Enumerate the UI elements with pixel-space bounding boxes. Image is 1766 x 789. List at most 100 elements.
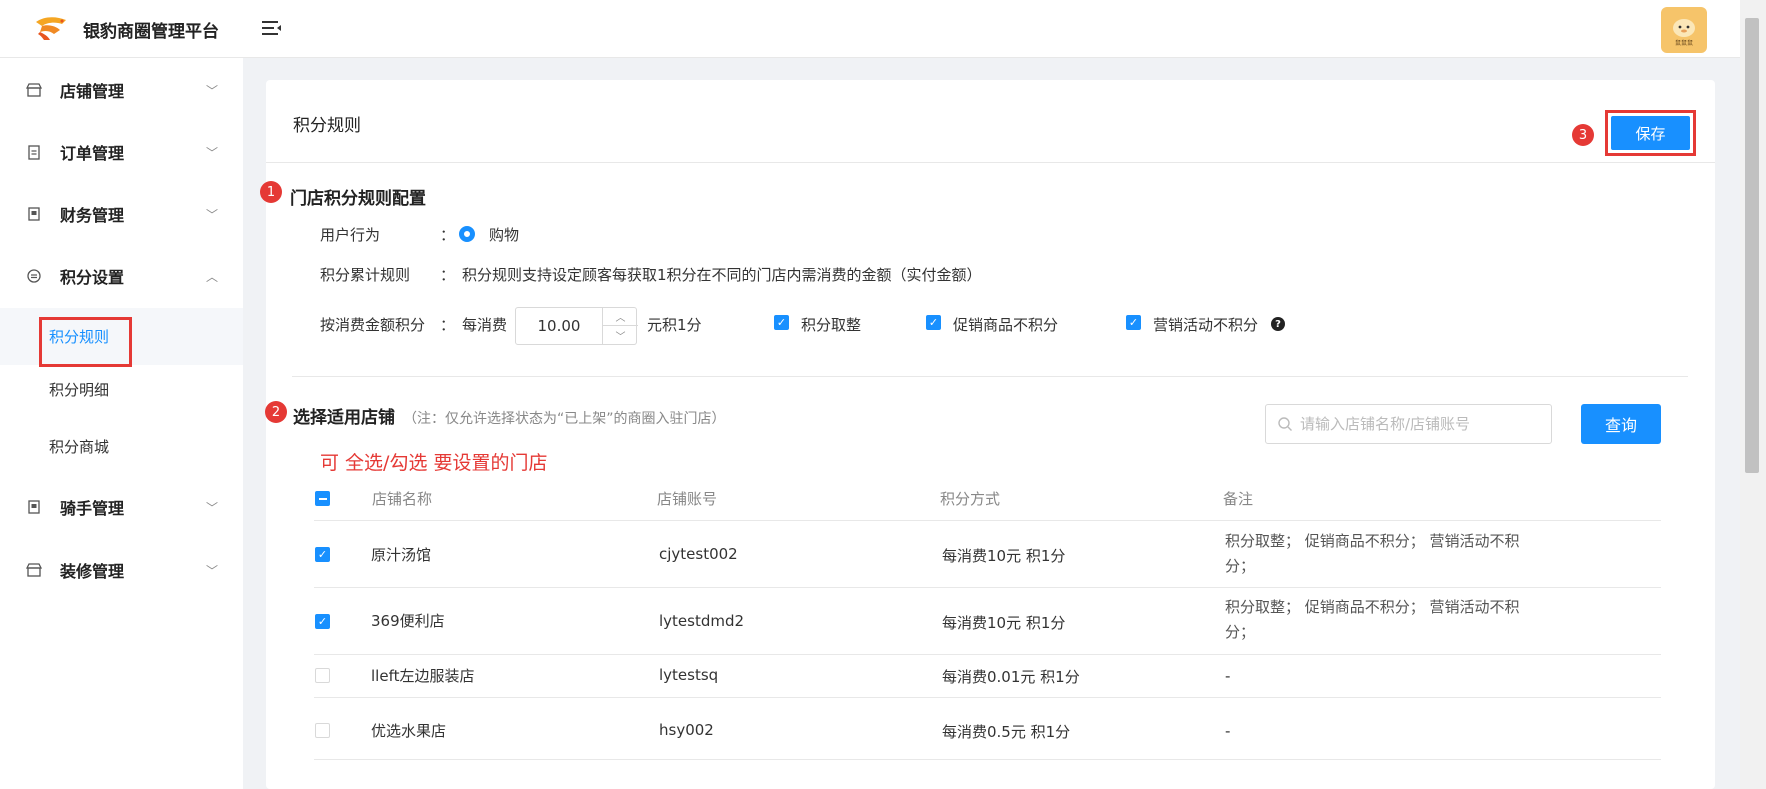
sidebar: 店铺管理 ﹀ 订单管理 ﹀ 财务管理 ﹀ 积分设置 ︿ 积分规则 积分明细 积分… — [0, 58, 243, 789]
vertical-scrollbar[interactable] — [1740, 0, 1766, 789]
column-header-store-name: 店铺名称 — [372, 490, 433, 508]
store-account: hsy002 — [659, 721, 714, 739]
store-name: lleft左边服装店 — [371, 667, 475, 685]
step-badge-1: 1 — [260, 181, 282, 203]
amount-input[interactable] — [517, 309, 601, 343]
round-points-checkbox[interactable]: ✓ — [774, 315, 789, 330]
select-all-checkbox[interactable] — [315, 491, 330, 506]
row-note: 积分取整； 促销商品不积分； 营销活动不积分； — [1225, 598, 1520, 641]
store-name: 369便利店 — [371, 612, 445, 630]
page-title: 积分规则 — [293, 116, 361, 136]
sidebar-item-label: 店铺管理 — [60, 82, 125, 101]
top-bar: 银豹商圈管理平台 鼠鼠鼠 — [0, 0, 1740, 58]
sidebar-item-label: 骑手管理 — [60, 499, 125, 518]
column-header-store-account: 店铺账号 — [657, 490, 718, 508]
per-spend-prefix: 每消费 — [462, 316, 508, 334]
chevron-up-icon: ︿ — [206, 269, 219, 284]
section-title-text: 选择适用店铺 — [293, 408, 395, 428]
amount-stepper[interactable]: ︿ ﹀ — [515, 307, 638, 345]
avatar-label: 鼠鼠鼠 — [1675, 39, 1693, 47]
store-account: lytestdmd2 — [659, 612, 745, 630]
rider-icon — [28, 500, 40, 514]
step-badge-2: 2 — [265, 401, 287, 423]
campaign-no-points-label: 营销活动不积分 — [1153, 316, 1259, 334]
stepper-up-icon[interactable]: ︿ — [603, 308, 638, 326]
sidebar-item-finance[interactable]: 财务管理 ﹀ — [0, 182, 243, 246]
row-checkbox[interactable] — [315, 723, 330, 738]
sidebar-subitem-points-details[interactable]: 积分明细 — [0, 361, 243, 418]
row-note: 积分取整； 促销商品不积分； 营销活动不积分； — [1225, 532, 1520, 575]
main-card: 积分规则 3 保存 1 门店积分规则配置 用户行为 ： 购物 积分累计规则 ： … — [260, 80, 1715, 789]
store-search-input[interactable] — [1300, 406, 1545, 442]
colon: ： — [440, 316, 456, 334]
chevron-down-icon: ﹀ — [206, 83, 219, 98]
sidebar-item-decoration[interactable]: 装修管理 ﹀ — [0, 538, 243, 602]
chevron-down-icon: ﹀ — [206, 145, 219, 160]
store-name: 优选水果店 — [371, 722, 447, 740]
save-highlight-box: 保存 — [1605, 110, 1696, 156]
sidebar-item-orders[interactable]: 订单管理 ﹀ — [0, 120, 243, 184]
decor-icon — [26, 563, 42, 577]
stepper-down-icon[interactable]: ﹀ — [603, 326, 638, 344]
campaign-no-points-checkbox[interactable]: ✓ — [1126, 315, 1141, 330]
sidebar-subitem-label: 积分规则 — [49, 328, 110, 346]
column-header-note: 备注 — [1223, 490, 1254, 508]
save-button[interactable]: 保存 — [1611, 116, 1690, 150]
store-account: cjytest002 — [659, 545, 738, 563]
divider — [266, 162, 1715, 163]
brand-title: 银豹商圈管理平台 — [83, 22, 219, 42]
column-header-points-method: 积分方式 — [940, 490, 1001, 508]
divider — [292, 376, 1688, 377]
sidebar-item-store[interactable]: 店铺管理 ﹀ — [0, 58, 243, 122]
leopard-logo-icon — [36, 17, 66, 40]
chevron-down-icon: ﹀ — [206, 563, 219, 578]
store-search-box[interactable] — [1265, 404, 1552, 444]
sidebar-item-label: 装修管理 — [60, 562, 125, 581]
store-name: 原汁汤馆 — [371, 546, 432, 564]
points-method: 每消费0.01元 积1分 — [942, 668, 1080, 686]
sidebar-subitem-label: 积分商城 — [49, 438, 110, 456]
user-action-value: 购物 — [489, 226, 520, 244]
store-icon — [26, 83, 42, 97]
chevron-down-icon: ﹀ — [206, 500, 219, 515]
clipboard-icon — [28, 145, 40, 160]
selection-hint: 可 全选/勾选 要设置的门店 — [320, 452, 548, 474]
scrollbar-thumb[interactable] — [1745, 18, 1759, 473]
round-points-label: 积分取整 — [801, 316, 862, 334]
stepper-controls: ︿ ﹀ — [602, 308, 638, 344]
amount-rule-label: 按消费金额积分 — [320, 316, 426, 334]
row-checkbox[interactable]: ✓ — [315, 547, 330, 562]
table-header: 店铺名称 店铺账号 积分方式 备注 — [314, 476, 1661, 521]
help-icon[interactable]: ? — [1271, 317, 1285, 331]
per-spend-suffix: 元积1分 — [647, 316, 702, 334]
colon: ： — [440, 226, 456, 244]
sidebar-item-rider[interactable]: 骑手管理 ﹀ — [0, 475, 243, 539]
menu-collapse-icon[interactable] — [262, 20, 282, 36]
sidebar-item-label: 积分设置 — [60, 268, 125, 287]
sidebar-subitem-points-rules[interactable]: 积分规则 — [0, 308, 243, 367]
query-button[interactable]: 查询 — [1581, 404, 1661, 444]
section-title-select-stores: 选择适用店铺 （注：仅允许选择状态为“已上架”的商圈入驻门店） — [293, 403, 726, 428]
points-method: 每消费10元 积1分 — [942, 614, 1066, 632]
colon: ： — [440, 266, 456, 284]
promo-no-points-checkbox[interactable]: ✓ — [926, 315, 941, 330]
row-checkbox[interactable] — [315, 668, 330, 683]
section-note: （注：仅允许选择状态为“已上架”的商圈入驻门店） — [403, 411, 726, 427]
sidebar-subitem-label: 积分明细 — [49, 381, 110, 399]
section-title-rules-config: 门店积分规则配置 — [290, 189, 426, 209]
ledger-icon — [28, 207, 40, 221]
accumulate-rule-label: 积分累计规则 — [320, 266, 411, 284]
row-checkbox[interactable]: ✓ — [315, 614, 330, 629]
avatar[interactable]: 鼠鼠鼠 — [1661, 7, 1707, 53]
step-badge-3: 3 — [1572, 124, 1594, 146]
sidebar-item-label: 订单管理 — [60, 144, 125, 163]
accumulate-rule-desc: 积分规则支持设定顾客每获取1积分在不同的门店内需消费的金额（实付金额） — [462, 266, 982, 284]
sidebar-item-points-settings[interactable]: 积分设置 ︿ — [0, 244, 243, 308]
sidebar-subitem-points-mall[interactable]: 积分商城 — [0, 418, 243, 475]
table-row: lleft左边服装店 lytestsq 每消费0.01元 积1分 - — [314, 655, 1661, 698]
shopping-radio[interactable] — [459, 226, 475, 242]
points-icon — [27, 269, 41, 283]
table-row: ✓ 原汁汤馆 cjytest002 每消费10元 积1分 积分取整； 促销商品不… — [314, 521, 1661, 588]
table-row: ✓ 369便利店 lytestdmd2 每消费10元 积1分 积分取整； 促销商… — [314, 588, 1661, 655]
user-action-label: 用户行为 — [320, 226, 381, 244]
